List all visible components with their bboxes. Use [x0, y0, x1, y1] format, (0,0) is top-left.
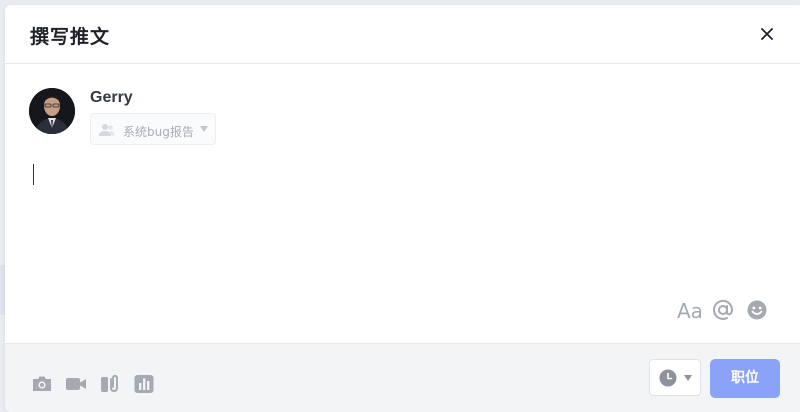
- chart-icon: [134, 375, 154, 393]
- group-icon: [99, 124, 115, 136]
- close-icon: [761, 28, 773, 40]
- dialog-title: 撰写推文: [30, 26, 111, 48]
- text-cursor: [33, 164, 34, 185]
- dialog-header: 撰写推文: [5, 5, 800, 64]
- font-format-button[interactable]: Aa: [677, 299, 703, 323]
- camera-icon: [33, 376, 51, 391]
- add-photo-button[interactable]: [31, 374, 53, 394]
- close-button[interactable]: [757, 24, 777, 44]
- user-photo: [29, 88, 75, 134]
- at-icon: [713, 299, 734, 320]
- add-poll-button[interactable]: [133, 374, 155, 394]
- add-video-button[interactable]: [65, 374, 87, 394]
- post-button[interactable]: 职位: [710, 359, 780, 398]
- schedule-button[interactable]: [649, 359, 701, 396]
- smiley-icon: [747, 300, 767, 320]
- audience-label: 系统bug报告: [123, 125, 194, 139]
- avatar: [29, 88, 75, 134]
- add-file-button[interactable]: [99, 374, 121, 394]
- emoji-button[interactable]: [746, 299, 768, 326]
- author-name: Gerry: [90, 89, 133, 106]
- dialog-footer: 职位: [5, 343, 800, 412]
- chevron-down-icon: [684, 375, 692, 381]
- video-icon: [66, 378, 86, 390]
- clock-icon: [659, 369, 677, 387]
- audience-dropdown[interactable]: 系统bug报告: [90, 113, 216, 145]
- compose-dialog: 撰写推文 Gerry 系统bug报告 Aa 职位: [5, 5, 800, 412]
- mention-button[interactable]: [712, 299, 734, 326]
- attachment-icon: [101, 375, 118, 392]
- post-editor[interactable]: [25, 155, 780, 290]
- chevron-down-icon: [200, 126, 208, 132]
